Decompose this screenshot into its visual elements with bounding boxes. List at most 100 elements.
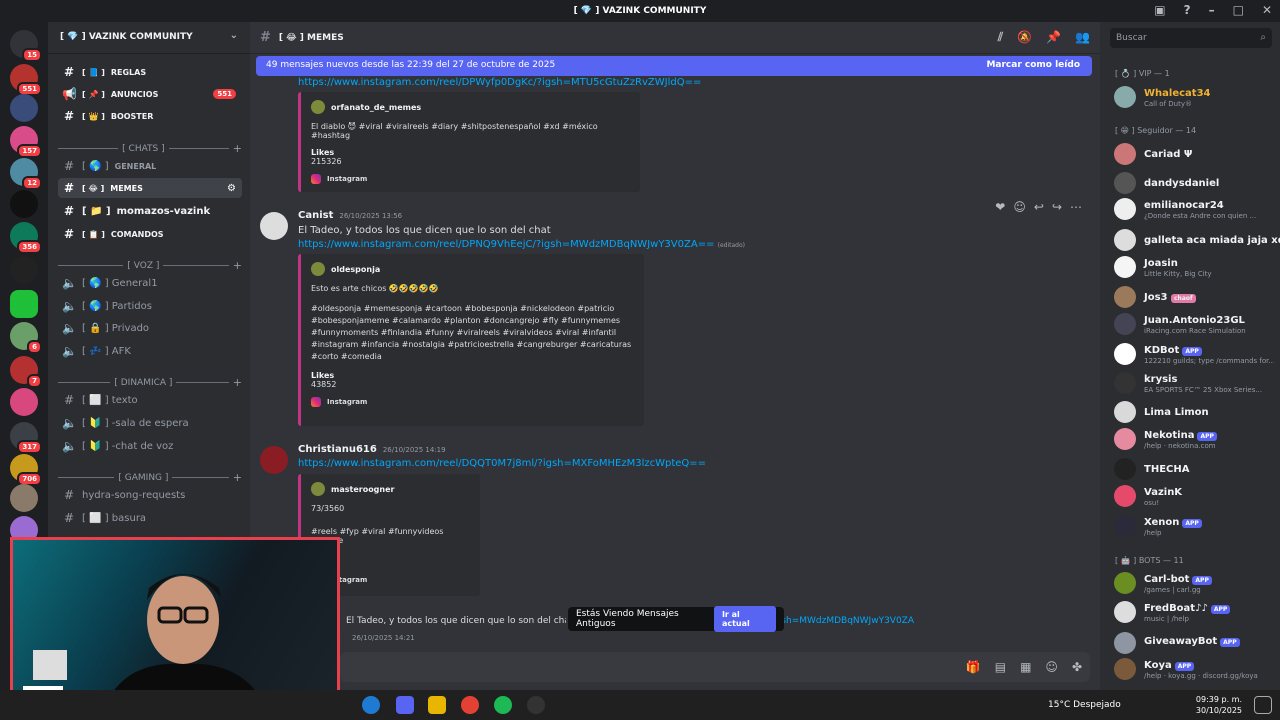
minimize-icon[interactable]: – [1209,3,1215,17]
forward-icon[interactable]: ↪ [1052,200,1062,214]
instagram-embed[interactable]: oldesponja Esto es arte chicos 🤣🤣🤣🤣🤣 #ol… [298,254,644,426]
edge-icon[interactable] [362,696,380,714]
member-item[interactable]: emilianocar24 ¿Donde esta Andre con quien… [1114,198,1274,224]
channel-texto[interactable]: #[ ⬜ ] texto [58,390,242,410]
server-icon[interactable]: 356 [10,222,42,254]
channel-momazos[interactable]: #[ 📁 ] momazos-vazink [58,201,242,221]
sticker-icon[interactable]: ▦ [1020,660,1031,674]
jump-to-present-button[interactable]: Ir al actual [713,606,776,632]
new-messages-bar[interactable]: 49 mensajes nuevos desde las 22:39 del 2… [256,56,1092,76]
member-item[interactable]: Whalecat34 Call of Duty® [1114,86,1274,112]
reaction-icon[interactable]: ❤ [995,200,1005,214]
category-gaming[interactable]: [ GAMING ] + [58,471,242,484]
channel-general[interactable]: #[ 🌎 ] GENERAL [58,156,242,176]
help-icon[interactable]: ? [1184,3,1191,17]
avatar[interactable] [260,446,288,474]
member-item[interactable]: Lima Limon [1114,401,1274,427]
category-dinamica[interactable]: [ DINAMICA ] + [58,376,242,389]
clock[interactable]: 09:39 p. m. 30/10/2025 [1196,694,1242,716]
close-icon[interactable]: ✕ [1262,3,1272,17]
voice-channel[interactable]: 🔈[ 🌎 ] General1 [58,273,242,293]
avatar[interactable] [260,212,288,240]
channel-anuncios[interactable]: 📢[ 📌 ] ANUNCIOS 551 [58,84,242,104]
channel-basura[interactable]: #[ ⬜ ] basura [58,508,242,528]
server-icon[interactable] [10,256,38,284]
message-link[interactable]: https://www.instagram.com/reel/DPWyfp0Dg… [298,77,701,88]
member-item[interactable]: KDBot APP 122210 guilds; type /commands fo… [1114,343,1274,369]
member-item[interactable]: Koya APP/help · koya.gg · discord.gg/koya [1114,658,1274,684]
discord-taskbar-icon[interactable] [396,696,414,714]
mark-read-button[interactable]: Marcar como leído [986,60,1080,70]
member-item[interactable]: krysis EA SPORTS FC™ 25 Xbox Series... [1114,372,1274,398]
chevron-down-icon[interactable]: ⌄ [230,30,238,41]
message-link[interactable]: https://www.instagram.com/reel/DQQT0M7j8… [298,458,706,469]
voice-channel[interactable]: 🔈[ 🔰 ] -chat de voz [58,436,242,456]
member-item[interactable]: GiveawayBot APP [1114,632,1274,658]
server-icon[interactable]: 6 [10,322,42,354]
member-item[interactable]: Xenon APP/help [1114,515,1274,541]
message-link[interactable]: https://www.instagram.com/reel/DPNQ9VhEe… [298,239,745,250]
server-icon[interactable] [10,94,38,122]
voice-channel[interactable]: 🔈[ 🔒 ] Privado [58,318,242,338]
channel-hydra[interactable]: # hydra-song-requests [58,485,242,505]
folder-icon[interactable] [428,696,446,714]
add-channel-icon[interactable]: + [233,142,242,155]
channel-reglas[interactable]: #[ 📘 ] REGLAS [58,62,242,82]
member-item[interactable]: galleta aca miada jaja xd [1114,229,1280,255]
maximize-icon[interactable]: □ [1233,3,1244,17]
member-item[interactable]: Juan.Antonio23GL iRacing.com Race Simulat… [1114,313,1274,339]
username[interactable]: Christianu616 26/10/2025 14:19 [298,444,446,455]
discord-home-icon[interactable]: 15 [10,30,42,62]
gift-icon[interactable]: 🎁 [966,660,981,674]
server-icon[interactable]: 551 [10,64,42,96]
category-chats[interactable]: [ CHATS ] + [58,142,242,155]
pin-icon[interactable]: 📌 [1046,30,1061,45]
member-item[interactable]: THECHA [1114,458,1274,484]
mute-bell-icon[interactable]: 🔕 [1017,30,1032,45]
server-icon[interactable]: 317 [10,422,42,454]
member-item[interactable]: Carl-bot APP/games | carl.gg [1114,572,1274,598]
category-voz[interactable]: [ VOZ ] + [58,259,242,272]
message-composer[interactable]: 🎁 ▤ ▦ ☺ ✤ [340,652,1090,682]
voice-channel[interactable]: 🔈[ 🔰 ] -sala de espera [58,413,242,433]
server-icon[interactable]: 12 [10,158,42,190]
server-icon[interactable]: 157 [10,126,42,158]
server-icon[interactable] [10,484,38,512]
server-icon[interactable] [10,388,38,416]
kick-server-icon[interactable] [10,290,38,318]
emoji-icon[interactable]: ☺ [1013,200,1026,214]
member-item[interactable]: dandysdaniel [1114,172,1274,198]
channel-memes[interactable]: #[ 😂 ] MEMES ⚙ [58,178,242,198]
chrome-icon[interactable] [461,696,479,714]
channel-booster[interactable]: #[ 👑 ] BOOSTER [58,106,242,126]
member-item[interactable]: Nekotina APP/help · nekotina.com [1114,428,1274,454]
emoji-icon[interactable]: ☺ [1045,660,1058,674]
member-item[interactable]: VazinK osu! [1114,485,1274,511]
search-input[interactable]: Buscar ⌕ [1110,28,1272,48]
threads-icon[interactable]: ⫽ [998,30,1003,45]
app-icon[interactable] [527,696,545,714]
spotify-icon[interactable] [494,696,512,714]
settings-icon[interactable]: ⚙ [227,183,236,194]
instagram-embed[interactable]: orfanato_de_memes El diablo 😈 #viral #vi… [298,92,640,192]
channel-comandos[interactable]: #[ 📋 ] COMANDOS [58,224,242,244]
username[interactable]: Canist 26/10/2025 13:56 [298,210,402,221]
voice-channel[interactable]: 🔈[ 💤 ] AFK [58,341,242,361]
weather-widget[interactable]: 15°C Despejado [1048,700,1121,710]
member-item[interactable]: Joasin Little Kitty, Big City [1114,256,1274,282]
server-icon[interactable]: 706 [10,454,42,486]
message-link[interactable]: https://www.instagram.com/reel/DPNQ9VhEe… [784,616,914,626]
reply-icon[interactable]: ↩ [1034,200,1044,214]
members-icon[interactable]: 👥 [1075,30,1090,45]
member-item[interactable]: Cariad Ψ [1114,143,1274,169]
gif-icon[interactable]: ▤ [995,660,1006,674]
server-icon[interactable]: 7 [10,356,42,388]
notification-icon[interactable] [1254,696,1272,714]
inbox-icon[interactable]: ▣ [1154,3,1165,17]
server-header[interactable]: [ 💎 ] VAZINK COMMUNITY ⌄ [48,22,250,54]
apps-icon[interactable]: ✤ [1072,660,1082,674]
tiktok-server-icon[interactable] [10,190,38,218]
member-item[interactable]: FredBoat♪♪ APP music | /help [1114,601,1274,627]
member-item[interactable]: Jos3 chaof [1114,286,1274,312]
more-icon[interactable]: ⋯ [1070,200,1082,214]
